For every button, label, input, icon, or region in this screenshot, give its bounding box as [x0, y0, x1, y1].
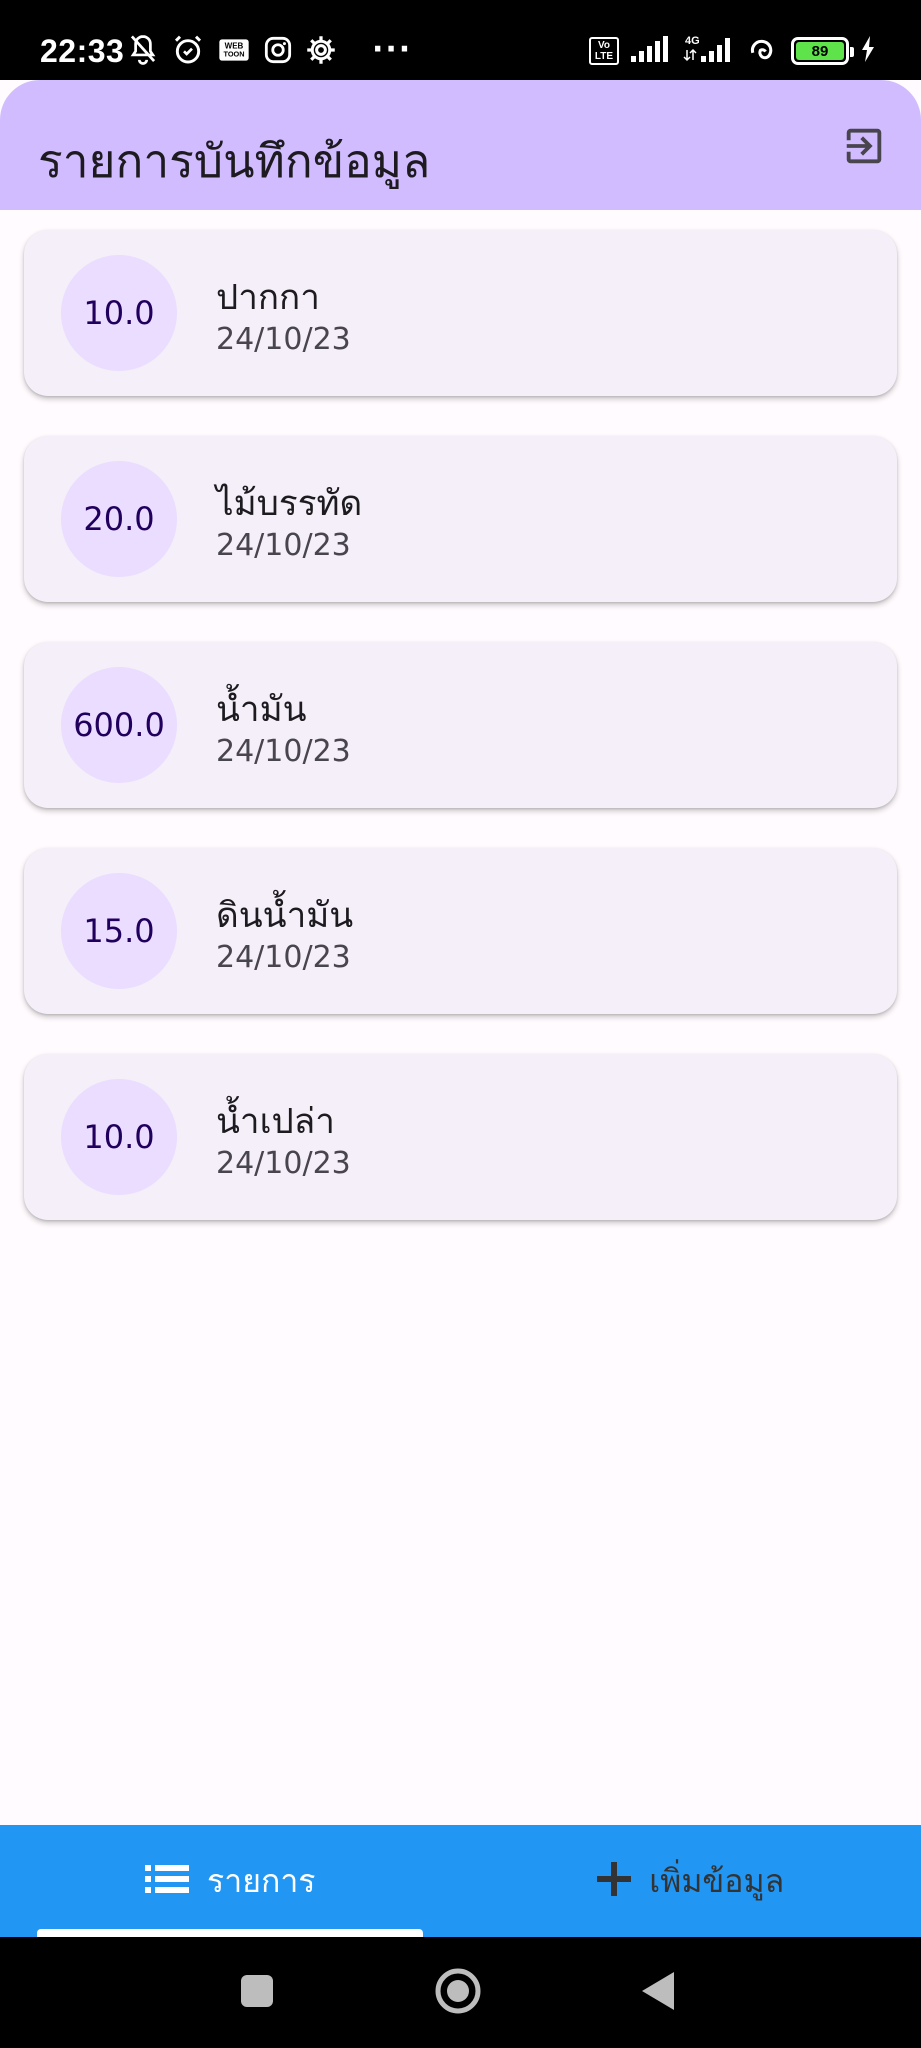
- logout-icon: [841, 123, 887, 173]
- selected-tab-indicator: [37, 1929, 423, 1937]
- tab-list-label: รายการ: [207, 1861, 316, 1900]
- overflow-dots: ···: [372, 32, 413, 67]
- back-icon: [640, 1970, 676, 2016]
- tab-add-label: เพิ่มข้อมูล: [649, 1861, 785, 1900]
- app-bar: รายการบันทึกข้อมูล: [0, 0, 921, 210]
- notifications-off-icon: [128, 34, 158, 66]
- item-date: 24/10/23: [216, 322, 351, 357]
- item-date: 24/10/23: [216, 940, 351, 975]
- amount-avatar: 10.0: [61, 1079, 177, 1195]
- item-date: 24/10/23: [216, 734, 351, 769]
- list-item[interactable]: 10.0 น้ำเปล่า 24/10/23: [24, 1054, 897, 1220]
- charging-icon: [861, 36, 875, 66]
- recents-icon: [240, 1974, 274, 2012]
- svg-text:4G: 4G: [685, 35, 700, 47]
- amount-avatar: 20.0: [61, 461, 177, 577]
- status-icons-right: Vo LTE 4G 89: [589, 34, 875, 68]
- amount-avatar: 600.0: [61, 667, 177, 783]
- status-bar: 22:33 WEB TOON ··· Vo LTE 4G 89: [0, 0, 921, 80]
- status-time: 22:33: [40, 33, 125, 69]
- home-icon: [434, 1967, 482, 2019]
- page-title: รายการบันทึกข้อมูล: [38, 134, 431, 188]
- battery-icon: 89: [791, 37, 854, 65]
- list-item[interactable]: 20.0 ไม้บรรทัด 24/10/23: [24, 436, 897, 602]
- settings-icon: [306, 35, 336, 65]
- back-button[interactable]: [632, 1967, 684, 2019]
- item-date: 24/10/23: [216, 528, 351, 563]
- status-icons-left: WEB TOON ···: [128, 34, 412, 66]
- item-title: ดินน้ำมัน: [216, 896, 354, 936]
- amount-avatar: 15.0: [61, 873, 177, 989]
- tab-add[interactable]: เพิ่มข้อมูล: [461, 1825, 921, 1937]
- sync-icon: [747, 35, 779, 67]
- add-icon: [597, 1862, 632, 1900]
- item-title: ปากกา: [216, 278, 320, 318]
- bottom-tab-bar: รายการ เพิ่มข้อมูล: [0, 1825, 921, 1937]
- signal-4g-icon: 4G: [683, 34, 735, 68]
- amount-avatar: 10.0: [61, 255, 177, 371]
- instagram-icon: [264, 36, 292, 64]
- home-button[interactable]: [432, 1967, 484, 2019]
- tab-list[interactable]: รายการ: [0, 1825, 461, 1937]
- battery-level: 89: [796, 42, 844, 60]
- alarm-icon: [172, 34, 204, 66]
- system-nav-bar: [0, 1937, 921, 2048]
- webtoon-icon: WEB TOON: [218, 36, 250, 64]
- item-title: น้ำเปล่า: [216, 1102, 335, 1142]
- list-item[interactable]: 15.0 ดินน้ำมัน 24/10/23: [24, 848, 897, 1014]
- list-icon: [145, 1864, 190, 1898]
- volte-badge: Vo LTE: [589, 37, 619, 65]
- list-item[interactable]: 10.0 ปากกา 24/10/23: [24, 230, 897, 396]
- svg-text:TOON: TOON: [223, 50, 244, 59]
- item-title: น้ำมัน: [216, 690, 307, 730]
- record-list: 10.0 ปากกา 24/10/23 20.0 ไม้บรรทัด 24/10…: [24, 230, 897, 1260]
- logout-button[interactable]: [838, 122, 890, 174]
- list-item[interactable]: 600.0 น้ำมัน 24/10/23: [24, 642, 897, 808]
- item-title: ไม้บรรทัด: [216, 484, 363, 524]
- item-date: 24/10/23: [216, 1146, 351, 1181]
- recents-button[interactable]: [231, 1967, 283, 2019]
- signal-icon: [631, 36, 671, 66]
